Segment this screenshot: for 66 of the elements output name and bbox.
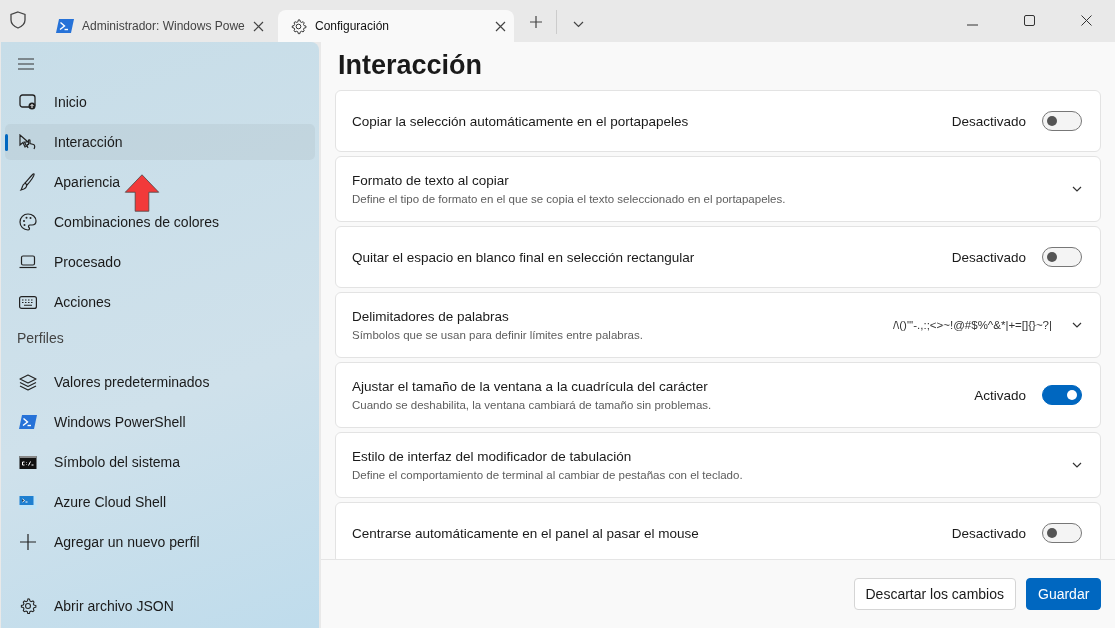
nav-item[interactable]: Abrir archivo JSON [5, 588, 315, 624]
home-screen-icon [18, 94, 38, 110]
cursor-hand-icon [18, 134, 38, 150]
setting-value: /\()"'-.,:;<>~!@#$%^&*|+=[]{}~?| [892, 319, 1052, 331]
setting-title: Delimitadores de palabras [352, 309, 510, 324]
settings-icon [18, 597, 38, 615]
nav-item[interactable]: Procesado [5, 244, 315, 280]
powershell-icon [56, 19, 74, 33]
laptop-icon [18, 255, 38, 269]
nav-item[interactable]: Valores predeterminados [5, 364, 315, 400]
settings-icon [290, 17, 307, 35]
powershell-icon [18, 415, 38, 429]
brush-icon [18, 173, 38, 191]
palette-icon [18, 213, 38, 231]
add-icon [18, 534, 38, 550]
command-prompt-icon [18, 455, 38, 469]
layers-icon [18, 373, 38, 391]
toggle-state: Desactivado [951, 249, 1026, 265]
maximize-icon[interactable] [1024, 15, 1035, 26]
nav-item[interactable]: Inicio [5, 84, 315, 120]
close-icon[interactable] [495, 20, 506, 32]
toggle-switch[interactable] [1042, 111, 1082, 131]
setting-description: Símbolos que se usan para definir límites entre palabras. [352, 329, 644, 341]
chevron-down-icon[interactable] [1072, 322, 1082, 328]
toggle-state: Activado [974, 387, 1026, 403]
toggle-switch[interactable] [1042, 523, 1082, 543]
nav-item[interactable]: Acciones [5, 284, 315, 320]
close-icon[interactable] [1081, 15, 1092, 26]
chevron-down-icon[interactable] [1072, 462, 1082, 468]
toggle-state: Desactivado [951, 113, 1026, 129]
keyboard-icon [18, 295, 38, 309]
tab[interactable]: Configuración [278, 10, 514, 42]
toggle-state: Desactivado [951, 525, 1026, 541]
nav-item[interactable]: Agregar un nuevo perfil [5, 524, 315, 560]
shield-icon[interactable] [10, 11, 26, 29]
chevron-down-icon[interactable] [573, 21, 584, 28]
chevron-down-icon[interactable] [1072, 186, 1082, 192]
terminal-icon [18, 495, 38, 509]
nav-item[interactable]: Azure Cloud Shell [5, 484, 315, 520]
setting-description: Define el tipo de formato en el que se copia el texto seleccionado en el portapapeles. [352, 193, 787, 205]
setting-description: Define el comportamiento de terminal al cambiar de pestañas con el teclado. [352, 469, 744, 481]
save-button[interactable]: Guardar [1026, 578, 1101, 610]
setting-description: Cuando se deshabilita, la ventana cambiará de tamaño sin problemas. [352, 399, 713, 411]
nav-item[interactable]: Windows PowerShell [5, 404, 315, 440]
setting-title: Copiar la selección automáticamente en el portapapeles [352, 113, 690, 129]
setting-title: Formato de texto al copiar [352, 173, 510, 188]
setting-title: Ajustar el tamaño de la ventana a la cuadrícula del carácter [352, 379, 709, 394]
close-icon[interactable] [253, 20, 264, 32]
section-header: Perfiles [16, 329, 65, 348]
add-icon[interactable] [530, 16, 542, 28]
toggle-switch[interactable] [1042, 385, 1082, 405]
toggle-switch[interactable] [1042, 247, 1082, 267]
setting-card[interactable]: Estilo de interfaz del modificador de tabulación Define el comportamiento de terminal al cambiar de pestañas con el teclado. [335, 432, 1101, 498]
menu-icon[interactable] [18, 58, 34, 70]
nav-item[interactable]: Apariencia [5, 164, 315, 200]
setting-card[interactable]: Formato de texto al copiar Define el tipo de formato en el que se copia el texto seleccionado en el portapapeles. [335, 156, 1101, 222]
nav-item[interactable]: Interacción [5, 124, 315, 160]
nav-item[interactable]: Combinaciones de colores [5, 204, 315, 240]
setting-title: Quitar el espacio en blanco final en selección rectangular [352, 249, 696, 265]
setting-card[interactable]: Delimitadores de palabras Símbolos que se usan para definir límites entre palabras. /\()"'-.,:;<>~!@#$%^&*|+=[]{}~?| [335, 292, 1101, 358]
setting-title: Centrarse automáticamente en el panel al pasar el mouse [352, 525, 700, 541]
tab[interactable]: Administrador: Windows Powe [44, 10, 272, 42]
page-title: Interacción [337, 49, 484, 82]
nav-item[interactable]: Símbolo del sistema [5, 444, 315, 480]
setting-title: Estilo de interfaz del modificador de tabulación [352, 449, 633, 464]
discard-button[interactable]: Descartar los cambios [853, 578, 1016, 610]
